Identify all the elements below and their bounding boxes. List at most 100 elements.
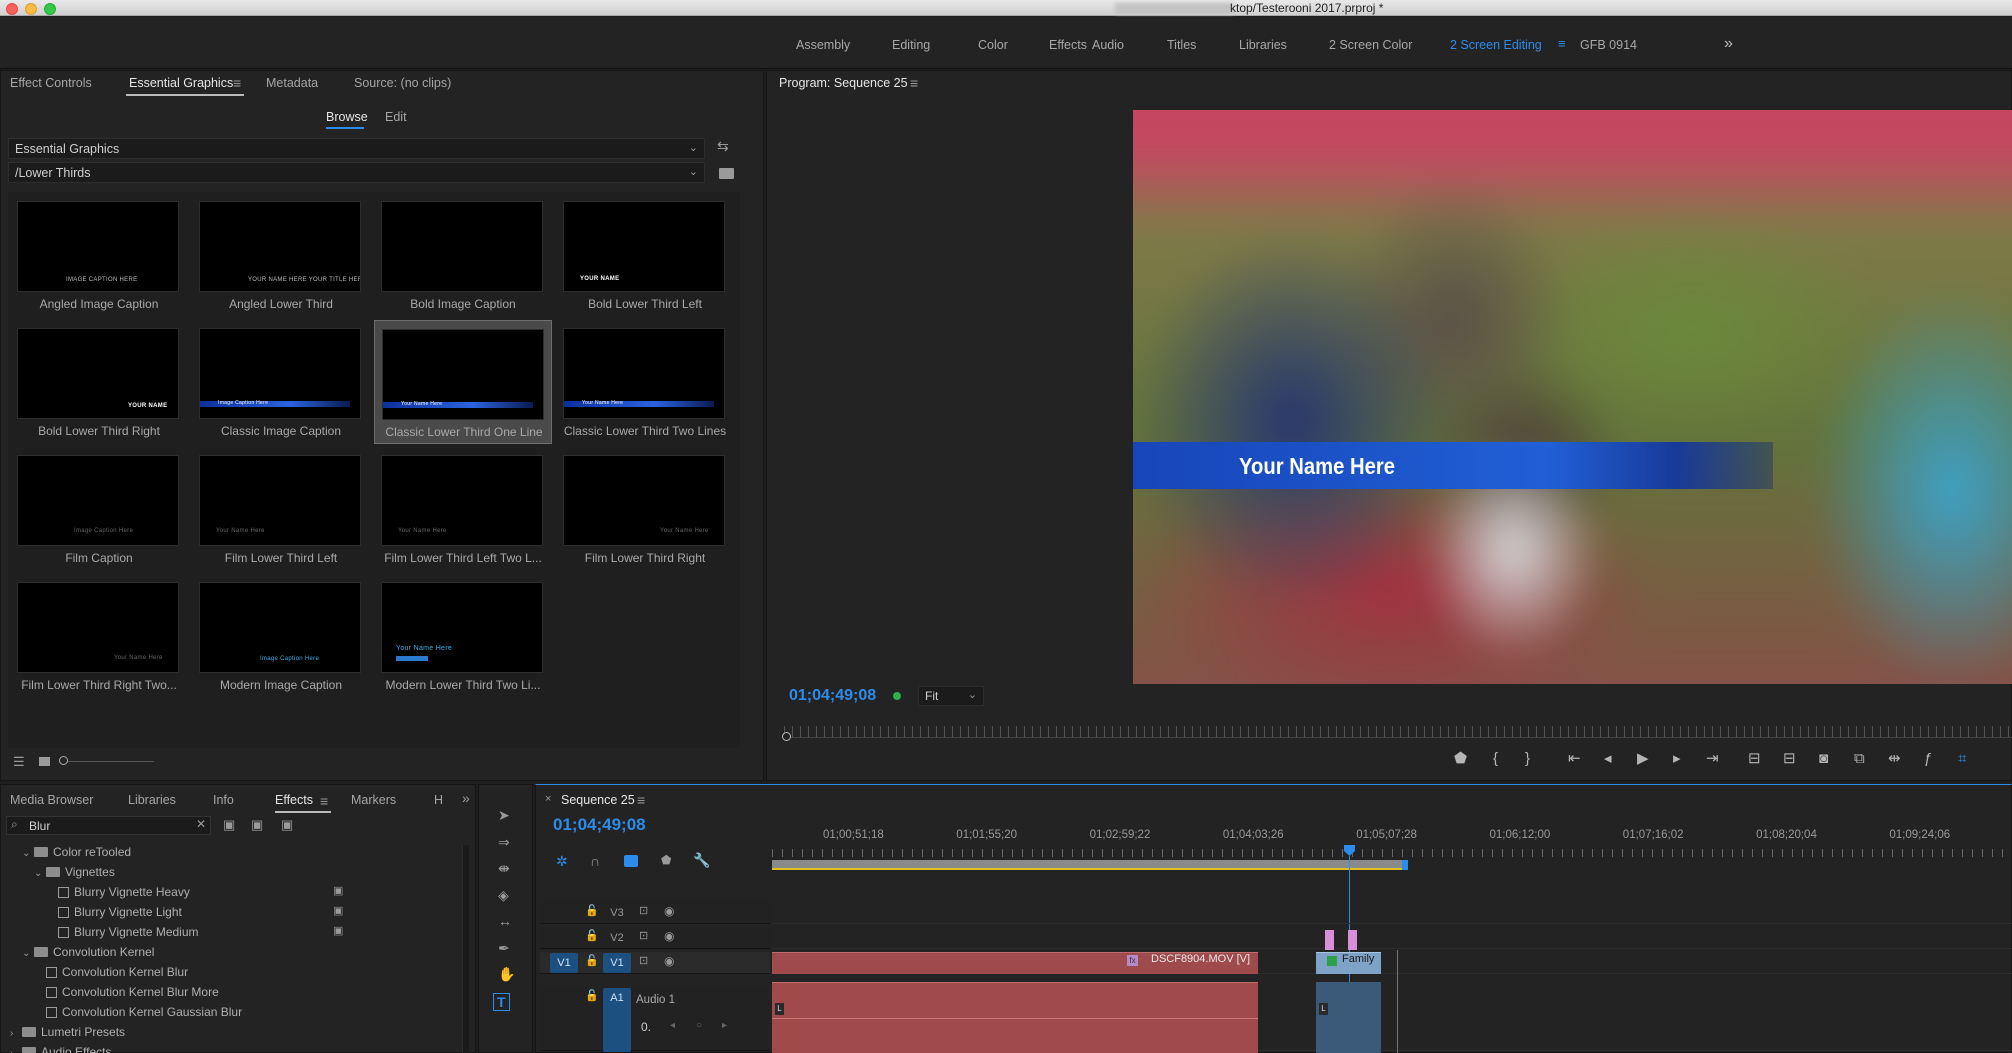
work-area-bar[interactable] (772, 860, 1408, 870)
chevron-down-icon[interactable]: ⌄ (22, 848, 34, 859)
lock-icon[interactable]: 🔓 (585, 906, 599, 917)
in-point-icon[interactable]: { (1493, 751, 1498, 766)
eg-tab[interactable]: Source: (no clips) (354, 76, 451, 90)
tree-item[interactable]: ⌄ Vignettes (34, 865, 115, 879)
snap-icon[interactable]: ✲ (556, 854, 568, 868)
zoom-slider-handle[interactable] (59, 756, 68, 765)
eye-icon[interactable]: ◉ (664, 955, 674, 967)
workspace-tab[interactable]: Effects (1049, 38, 1087, 52)
folder-dropdown[interactable]: /Lower Thirds ⌄ (8, 162, 705, 183)
accelerated-effects-icon[interactable]: ▣ (223, 818, 235, 831)
effects-search-field[interactable]: ⌕ ✕ (6, 816, 211, 835)
export-frame-icon[interactable]: ◙ (1819, 751, 1828, 766)
eg-tab[interactable]: Metadata (266, 76, 318, 90)
wrench-icon[interactable]: 🔧 (693, 853, 710, 867)
minimize-window-button[interactable] (25, 3, 37, 15)
tree-item[interactable]: Convolution Kernel Blur More (34, 985, 219, 999)
yuv-effects-icon[interactable]: ▣ (281, 818, 293, 831)
panel-menu-icon[interactable]: ≡ (637, 793, 645, 807)
vr-icon[interactable]: ⌗ (1958, 751, 1966, 766)
double-chevron-right-icon[interactable]: » (1724, 36, 1733, 52)
template-item[interactable]: IMAGE CAPTION HERE Angled Image Caption (10, 193, 188, 317)
track-select-tool-icon[interactable]: ⇒ (498, 835, 510, 849)
list-view-icon[interactable]: ☰ (13, 755, 25, 768)
effects-tab[interactable]: Effects (275, 793, 313, 807)
pen-tool-icon[interactable]: ✒ (498, 941, 510, 955)
workspace-tab[interactable]: Libraries (1239, 38, 1287, 52)
double-chevron-right-icon[interactable]: » (462, 791, 470, 805)
workspace-tab[interactable]: GFB 0914 (1580, 38, 1637, 52)
template-item[interactable]: Bold Image Caption (374, 193, 552, 317)
chevron-right-icon[interactable]: › (10, 1028, 22, 1039)
slip-tool-icon[interactable]: ↔ (498, 914, 512, 928)
eg-tab[interactable]: Essential Graphics (129, 76, 233, 90)
add-keyframe-icon[interactable]: ○ (696, 1021, 702, 1031)
add-marker-icon[interactable] (624, 855, 638, 867)
panel-menu-icon[interactable]: ≡ (320, 794, 328, 808)
track-target-button[interactable]: V1 (603, 953, 631, 973)
template-item[interactable]: Image Caption Here Modern Image Caption (192, 574, 370, 698)
workspace-tab[interactable]: Color (978, 38, 1008, 52)
track-target-button[interactable]: V3 (603, 903, 631, 923)
step-forward-icon[interactable]: ▸ (1673, 751, 1681, 766)
marker-icon[interactable]: ⬟ (1454, 751, 1467, 766)
template-item[interactable]: Your Name Here Classic Lower Third Two Li… (556, 320, 734, 444)
clear-search-icon[interactable]: ✕ (196, 818, 206, 830)
hand-tool-icon[interactable]: ✋ (498, 967, 515, 981)
workspace-tab[interactable]: 2 Screen Color (1329, 38, 1412, 52)
marker-icon[interactable]: ⬟ (661, 854, 671, 866)
timeline-timecode[interactable]: 01;04;49;08 (553, 815, 646, 835)
sync-lock-icon[interactable]: ⊡ (639, 956, 648, 967)
razor-tool-icon[interactable]: ◈ (498, 888, 509, 902)
step-back-icon[interactable]: ◂ (1604, 751, 1612, 766)
effects-tab[interactable]: Info (213, 793, 234, 807)
extract-icon[interactable]: ⊟ (1783, 751, 1796, 766)
effects-scrollbar[interactable] (462, 845, 469, 1053)
manage-libraries-icon[interactable]: ⇆ (717, 139, 729, 153)
tab-edit[interactable]: Edit (385, 110, 407, 124)
linked-selection-icon[interactable]: ∩ (590, 854, 600, 868)
playhead-marker[interactable] (782, 732, 791, 741)
search-input[interactable] (29, 818, 189, 833)
folder-icon[interactable] (719, 168, 734, 179)
workspace-tab[interactable]: Editing (892, 38, 930, 52)
tree-item[interactable]: Blurry Vignette Heavy (46, 885, 190, 899)
tree-item[interactable]: ⌄ Color reTooled (22, 845, 131, 859)
template-item[interactable]: Your Name Here Film Lower Third Left Two … (374, 447, 552, 571)
tree-item[interactable]: Blurry Vignette Light (46, 905, 182, 919)
tree-item[interactable]: Blurry Vignette Medium (46, 925, 199, 939)
play-icon[interactable]: ▶ (1637, 751, 1649, 766)
sync-lock-icon[interactable]: ⊡ (639, 931, 648, 942)
track-target-button[interactable]: V2 (603, 928, 631, 948)
template-item[interactable]: Your Name Here Classic Lower Third One Li… (374, 320, 552, 444)
audio-clip[interactable] (1316, 982, 1381, 1053)
tree-item[interactable]: ⌄ Convolution Kernel (22, 945, 154, 959)
template-item[interactable]: Your Name Here Film Lower Third Right (556, 447, 734, 571)
panel-menu-icon[interactable]: ≡ (233, 76, 241, 90)
effects-tab[interactable]: Libraries (128, 793, 176, 807)
lock-icon[interactable]: 🔓 (585, 956, 599, 967)
sync-lock-icon[interactable]: ⊡ (639, 906, 648, 917)
close-window-button[interactable] (6, 3, 18, 15)
work-area-end[interactable] (1402, 860, 1408, 870)
prev-keyframe-icon[interactable]: ◂ (670, 1021, 675, 1031)
program-timecode[interactable]: 01;04;49;08 (789, 687, 876, 705)
workspace-tab[interactable]: Assembly (796, 38, 850, 52)
source-patch-button[interactable]: V1 (550, 953, 578, 973)
workspace-tab[interactable]: Audio (1092, 38, 1124, 52)
tree-item[interactable]: Convolution Kernel Gaussian Blur (34, 1005, 242, 1019)
chevron-down-icon[interactable]: ⌄ (34, 868, 46, 879)
library-dropdown[interactable]: Essential Graphics ⌄ (8, 138, 705, 159)
template-item[interactable]: Image Caption Here Classic Image Caption (192, 320, 370, 444)
zoom-slider-track[interactable] (62, 761, 154, 762)
lock-icon[interactable]: 🔓 (585, 931, 599, 942)
panel-menu-icon[interactable]: ≡ (1558, 37, 1566, 50)
close-icon[interactable]: × (545, 794, 551, 805)
tree-item[interactable]: › Audio Effects (10, 1045, 112, 1053)
chevron-right-icon[interactable]: › (10, 1048, 22, 1053)
thumbnail-view-icon[interactable] (39, 757, 50, 766)
32bit-effects-icon[interactable]: ▣ (251, 818, 263, 831)
next-keyframe-icon[interactable]: ▸ (722, 1021, 727, 1031)
effects-tab[interactable]: Markers (351, 793, 396, 807)
track-target-button[interactable]: A1 (603, 988, 631, 1052)
